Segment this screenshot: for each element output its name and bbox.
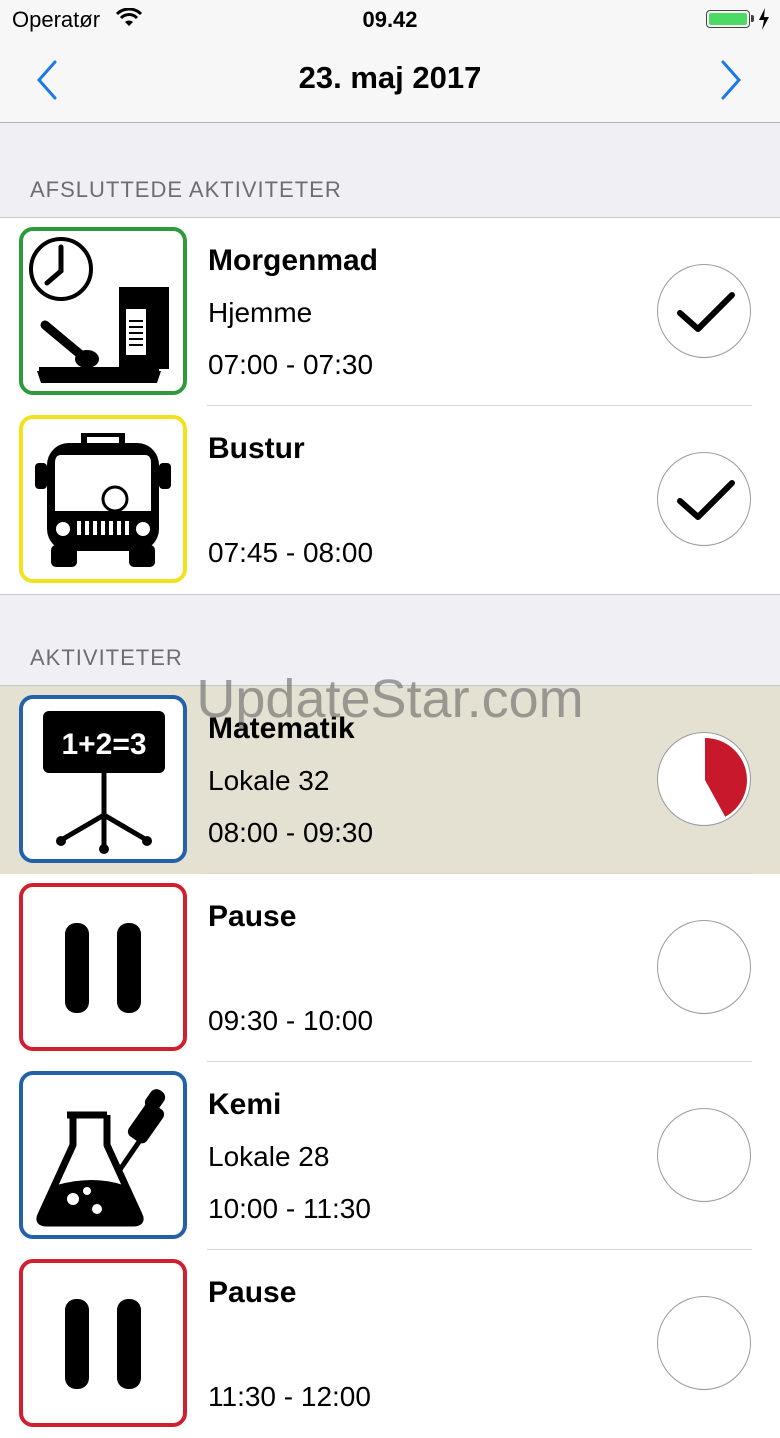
activities-list: 1+2=3 Matematik Lokale 32 08:00 - 09:30 … [0,685,780,1438]
activity-title: Matematik [208,712,355,745]
pause-icon [19,1259,187,1427]
pending-checkbox[interactable] [657,1296,751,1390]
page-title: 23. maj 2017 [298,60,482,95]
section-header-completed: AFSLUTTEDE AKTIVITETER [30,177,342,202]
pending-checkbox[interactable] [657,920,751,1014]
checkmark-icon [677,480,735,520]
activity-title: Kemi [208,1088,282,1121]
activity-row-pause[interactable]: Pause 11:30 - 12:00 [0,1250,780,1438]
bus-icon [19,415,187,583]
activity-row-bustur[interactable]: Bustur 07:45 - 08:00 [0,406,780,594]
done-checkbox[interactable] [657,264,751,358]
activity-title: Pause [208,900,297,933]
nav-bar: 23. maj 2017 [0,40,780,123]
pending-checkbox[interactable] [657,1108,751,1202]
activity-time: 08:00 - 09:30 [208,817,374,848]
activity-place: Lokale 28 [208,1141,330,1172]
activity-time: 10:00 - 11:30 [208,1193,371,1224]
activity-time: 09:30 - 10:00 [208,1005,374,1036]
chevron-right-icon[interactable] [718,58,744,107]
board-text: 1+2=3 [61,728,146,761]
activity-row-matematik[interactable]: 1+2=3 Matematik Lokale 32 08:00 - 09:30 [0,686,780,874]
progress-pie-icon [705,738,747,817]
charging-icon [758,8,770,35]
activity-row-morgenmad[interactable]: Morgenmad Hjemme 07:00 - 07:30 [0,218,780,406]
completed-activities-list: Morgenmad Hjemme 07:00 - 07:30 Bustur 07… [0,217,780,595]
activity-title: Bustur [208,432,305,465]
activity-place: Hjemme [208,297,313,328]
activity-time: 07:45 - 08:00 [208,537,374,568]
status-bar: Operatør 09.42 [0,0,780,40]
pause-icon [19,883,187,1051]
activity-title: Pause [208,1276,297,1309]
activity-time: 11:30 - 12:00 [208,1381,371,1412]
activity-row-kemi[interactable]: Kemi Lokale 28 10:00 - 11:30 [0,1062,780,1250]
chemistry-flask-icon [19,1071,187,1239]
activity-title: Morgenmad [208,244,379,277]
clock: 09.42 [362,7,418,32]
section-header-activities: AKTIVITETER [30,645,183,670]
progress-timer[interactable] [657,732,751,826]
activity-time: 07:00 - 07:30 [208,349,374,380]
activity-place: Lokale 32 [208,765,330,796]
blackboard-math-icon: 1+2=3 [19,695,187,863]
battery-icon [706,10,754,28]
activity-row-pause[interactable]: Pause 09:30 - 10:00 [0,874,780,1062]
done-checkbox[interactable] [657,452,751,546]
checkmark-icon [677,292,735,332]
breakfast-icon [19,227,187,395]
